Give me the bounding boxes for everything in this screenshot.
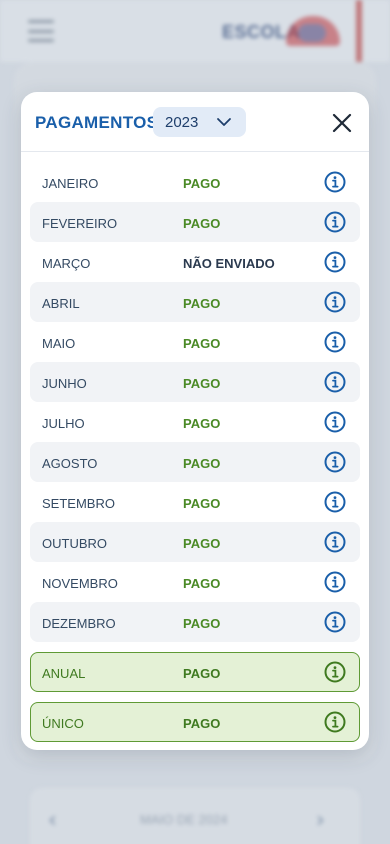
payment-status: PAGO bbox=[183, 536, 221, 551]
header-accent bbox=[356, 0, 362, 62]
payment-status: PAGO bbox=[183, 576, 221, 591]
info-icon[interactable] bbox=[324, 331, 346, 353]
modal-title: PAGAMENTOS bbox=[35, 113, 159, 132]
payment-status: PAGO bbox=[183, 666, 221, 681]
calendar-month-label: MAIO DE 2024 bbox=[140, 812, 228, 827]
summary-row: ÚNICO PAGO bbox=[30, 702, 360, 742]
month-row: SETEMBRO PAGO bbox=[30, 482, 360, 522]
month-label: OUTUBRO bbox=[42, 536, 107, 551]
payment-status: PAGO bbox=[183, 376, 221, 391]
month-label: SETEMBRO bbox=[42, 496, 115, 511]
month-row: ABRIL PAGO bbox=[30, 282, 360, 322]
month-label: DEZEMBRO bbox=[42, 616, 116, 631]
chevron-right-icon[interactable]: › bbox=[316, 808, 325, 833]
year-value: 2023 bbox=[165, 114, 199, 131]
info-icon[interactable] bbox=[324, 531, 346, 553]
month-row: FEVEREIRO PAGO bbox=[30, 202, 360, 242]
close-button[interactable] bbox=[327, 108, 357, 138]
month-row: MARÇO NÃO ENVIADO bbox=[30, 242, 360, 282]
info-icon[interactable] bbox=[324, 611, 346, 633]
month-label: MAIO bbox=[42, 336, 76, 351]
payment-status: PAGO bbox=[183, 176, 221, 191]
month-label: ABRIL bbox=[42, 296, 80, 311]
month-row: DEZEMBRO PAGO bbox=[30, 602, 360, 642]
payment-status: PAGO bbox=[183, 416, 221, 431]
payment-status: PAGO bbox=[183, 336, 221, 351]
close-icon bbox=[332, 113, 352, 133]
info-icon[interactable] bbox=[324, 171, 346, 193]
payment-status: PAGO bbox=[183, 716, 221, 731]
info-icon[interactable] bbox=[324, 451, 346, 473]
info-icon[interactable] bbox=[324, 661, 346, 683]
info-icon[interactable] bbox=[324, 211, 346, 233]
month-row: JULHO PAGO bbox=[30, 402, 360, 442]
info-icon[interactable] bbox=[324, 411, 346, 433]
payment-status: PAGO bbox=[183, 296, 221, 311]
payment-status: PAGO bbox=[183, 216, 221, 231]
month-row: AGOSTO PAGO bbox=[30, 442, 360, 482]
month-row: MAIO PAGO bbox=[30, 322, 360, 362]
info-icon[interactable] bbox=[324, 491, 346, 513]
summary-label: ANUAL bbox=[42, 666, 86, 681]
chevron-down-icon bbox=[217, 118, 231, 126]
menu-icon[interactable] bbox=[28, 20, 54, 42]
months-list: JANEIRO PAGO FEVEREIRO PAGO MARÇO NÃO ENVIADO… bbox=[30, 162, 360, 642]
info-icon[interactable] bbox=[324, 711, 346, 733]
payment-status: PAGO bbox=[183, 496, 221, 511]
month-label: FEVEREIRO bbox=[42, 216, 118, 231]
chevron-left-icon[interactable]: ‹ bbox=[48, 808, 57, 833]
school-logo: ESCOLA bbox=[222, 16, 340, 46]
payment-status: PAGO bbox=[183, 456, 221, 471]
month-label: JANEIRO bbox=[42, 176, 99, 191]
payment-status: PAGO bbox=[183, 616, 221, 631]
month-row: OUTUBRO PAGO bbox=[30, 522, 360, 562]
month-label: MARÇO bbox=[42, 256, 91, 271]
month-row: JANEIRO PAGO bbox=[30, 162, 360, 202]
month-row: JUNHO PAGO bbox=[30, 362, 360, 402]
summary-label: ÚNICO bbox=[42, 716, 84, 731]
info-icon[interactable] bbox=[324, 371, 346, 393]
payment-status: NÃO ENVIADO bbox=[183, 256, 275, 271]
info-icon[interactable] bbox=[324, 571, 346, 593]
modal-header: PAGAMENTOS 2023 bbox=[21, 92, 369, 152]
year-select[interactable]: 2023 bbox=[153, 107, 246, 137]
month-label: NOVEMBRO bbox=[42, 576, 118, 591]
month-row: NOVEMBRO PAGO bbox=[30, 562, 360, 602]
info-icon[interactable] bbox=[324, 291, 346, 313]
month-label: JULHO bbox=[42, 416, 85, 431]
summary-row: ANUAL PAGO bbox=[30, 652, 360, 692]
month-label: AGOSTO bbox=[42, 456, 98, 471]
info-icon[interactable] bbox=[324, 251, 346, 273]
month-label: JUNHO bbox=[42, 376, 87, 391]
payments-modal: PAGAMENTOS 2023 JANEIRO PAGO FEVEREIRO PAGO… bbox=[21, 92, 369, 750]
